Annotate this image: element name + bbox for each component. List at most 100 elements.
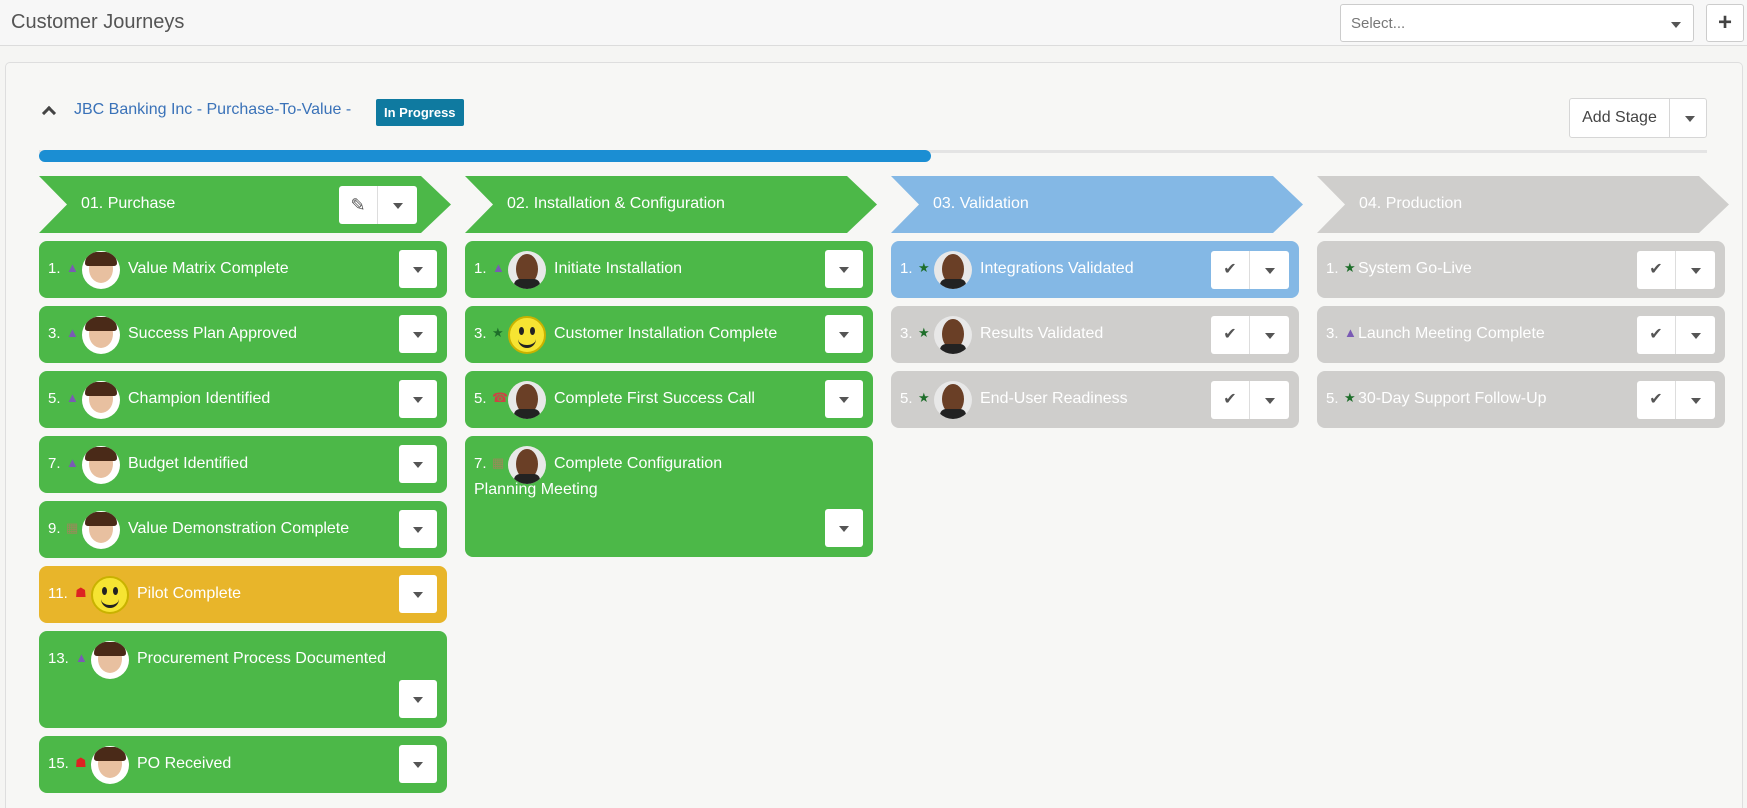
check-icon[interactable]: ✔ xyxy=(1211,381,1250,419)
task-actions[interactable]: ✔ xyxy=(1211,251,1289,289)
status-badge: In Progress xyxy=(376,99,464,126)
user-avatar xyxy=(508,251,546,289)
task-menu-button[interactable] xyxy=(399,445,437,483)
check-icon[interactable]: ✔ xyxy=(1211,251,1250,289)
task-card[interactable]: 1. ▲ Value Matrix Complete xyxy=(39,241,447,298)
task-card[interactable]: 7. ▲ Budget Identified xyxy=(39,436,447,493)
task-card[interactable]: 3. ▲ Launch Meeting Complete ✔ xyxy=(1317,306,1725,363)
journey-select-placeholder: Select... xyxy=(1351,15,1406,32)
task-card[interactable]: 1. ★ Integrations Validated ✔ xyxy=(891,241,1299,298)
journey-select[interactable]: Select... xyxy=(1340,4,1694,42)
chevron-down-icon[interactable] xyxy=(1265,268,1275,274)
add-journey-button[interactable]: + xyxy=(1706,4,1744,42)
smiley-avatar xyxy=(508,316,546,354)
task-card[interactable]: 3. ★ Customer Installation Complete xyxy=(465,306,873,363)
task-menu-button[interactable] xyxy=(399,510,437,548)
task-number: 3. xyxy=(474,325,487,342)
task-menu-button[interactable] xyxy=(825,380,863,418)
check-icon[interactable]: ✔ xyxy=(1637,316,1676,354)
stage-label: 02. Installation & Configuration xyxy=(507,195,725,212)
task-card[interactable]: 7. ▦ Complete Configuration Planning Meeti… xyxy=(465,436,873,557)
pencil-icon[interactable]: ✎ xyxy=(339,186,378,224)
task-title: Value Demonstration Complete xyxy=(128,520,350,537)
star-icon: ★ xyxy=(1344,260,1356,275)
task-menu-button[interactable] xyxy=(825,250,863,288)
user-avatar xyxy=(91,641,129,679)
task-card[interactable]: 5. ☎ Complete First Success Call xyxy=(465,371,873,428)
task-number: 5. xyxy=(48,390,61,407)
task-number: 7. xyxy=(48,455,61,472)
task-menu-button[interactable] xyxy=(399,680,437,718)
task-title: Complete First Success Call xyxy=(554,390,755,407)
task-menu-button[interactable] xyxy=(399,250,437,288)
task-card[interactable]: 15. ☗ PO Received xyxy=(39,736,447,793)
task-number: 11. xyxy=(48,585,68,602)
task-title: Complete Configuration Planning Meeting xyxy=(474,455,723,498)
person-icon: ▲ xyxy=(66,455,79,470)
task-card[interactable]: 13. ▲ Procurement Process Documented xyxy=(39,631,447,728)
task-menu-button[interactable] xyxy=(399,315,437,353)
chevron-down-icon xyxy=(413,462,423,468)
task-menu-button[interactable] xyxy=(399,380,437,418)
star-icon: ★ xyxy=(918,325,930,340)
check-icon[interactable]: ✔ xyxy=(1637,251,1676,289)
task-card[interactable]: 5. ★ End-User Readiness ✔ xyxy=(891,371,1299,428)
user-avatar xyxy=(82,381,120,419)
chevron-down-icon[interactable] xyxy=(1685,116,1695,122)
task-actions[interactable]: ✔ xyxy=(1637,381,1715,419)
task-menu-button[interactable] xyxy=(399,745,437,783)
task-card[interactable]: 1. ★ System Go-Live ✔ xyxy=(1317,241,1725,298)
page-title: Customer Journeys xyxy=(11,11,185,33)
task-title: Budget Identified xyxy=(128,455,249,472)
user-avatar xyxy=(508,381,546,419)
task-actions[interactable]: ✔ xyxy=(1211,381,1289,419)
stage-header[interactable]: 04. Production xyxy=(1317,176,1729,233)
user-avatar xyxy=(82,511,120,549)
add-stage-button[interactable]: Add Stage xyxy=(1569,98,1707,138)
task-actions[interactable]: ✔ xyxy=(1637,316,1715,354)
user-avatar xyxy=(934,316,972,354)
chevron-down-icon xyxy=(839,526,849,532)
task-menu-button[interactable] xyxy=(825,315,863,353)
task-menu-button[interactable] xyxy=(825,509,863,547)
task-card[interactable]: 1. ▲ Initiate Installation xyxy=(465,241,873,298)
chevron-down-icon[interactable] xyxy=(1265,398,1275,404)
calendar-icon: ▦ xyxy=(66,520,79,535)
person-icon: ▲ xyxy=(66,390,79,405)
task-menu-button[interactable] xyxy=(399,575,437,613)
stage-tools[interactable]: ✎ xyxy=(339,186,417,224)
task-card[interactable]: 9. ▦ Value Demonstration Complete xyxy=(39,501,447,558)
task-number: 5. xyxy=(900,390,913,407)
user-avatar xyxy=(82,446,120,484)
task-title: Integrations Validated xyxy=(980,260,1134,277)
person-icon: ▲ xyxy=(1344,325,1357,340)
user-avatar xyxy=(82,316,120,354)
top-bar: Customer Journeys Select... + xyxy=(0,0,1747,46)
task-card[interactable]: 5. ▲ Champion Identified xyxy=(39,371,447,428)
chevron-down-icon xyxy=(413,397,423,403)
stage-label: 01. Purchase xyxy=(81,195,176,212)
journey-title-link[interactable]: JBC Banking Inc - Purchase-To-Value - xyxy=(74,101,351,119)
chevron-down-icon[interactable] xyxy=(1691,398,1701,404)
stage-header[interactable]: 01. Purchase ✎ xyxy=(39,176,451,233)
task-title: Customer Installation Complete xyxy=(554,325,778,342)
stage-header[interactable]: 03. Validation xyxy=(891,176,1303,233)
task-card[interactable]: 3. ★ Results Validated ✔ xyxy=(891,306,1299,363)
task-card[interactable]: 5. ★ 30-Day Support Follow-Up ✔ xyxy=(1317,371,1725,428)
chevron-down-icon[interactable] xyxy=(1691,268,1701,274)
task-card[interactable]: 3. ▲ Success Plan Approved xyxy=(39,306,447,363)
chevron-down-icon[interactable] xyxy=(1265,333,1275,339)
check-icon[interactable]: ✔ xyxy=(1637,381,1676,419)
check-icon[interactable]: ✔ xyxy=(1211,316,1250,354)
stage-header[interactable]: 02. Installation & Configuration xyxy=(465,176,877,233)
user-avatar xyxy=(934,381,972,419)
user-avatar xyxy=(82,251,120,289)
task-actions[interactable]: ✔ xyxy=(1637,251,1715,289)
chevron-down-icon[interactable] xyxy=(393,203,403,209)
task-number: 5. xyxy=(474,390,487,407)
task-number: 1. xyxy=(48,260,61,277)
task-title: Pilot Complete xyxy=(137,585,242,602)
task-actions[interactable]: ✔ xyxy=(1211,316,1289,354)
task-card[interactable]: 11. ☗ Pilot Complete xyxy=(39,566,447,623)
chevron-down-icon[interactable] xyxy=(1691,333,1701,339)
